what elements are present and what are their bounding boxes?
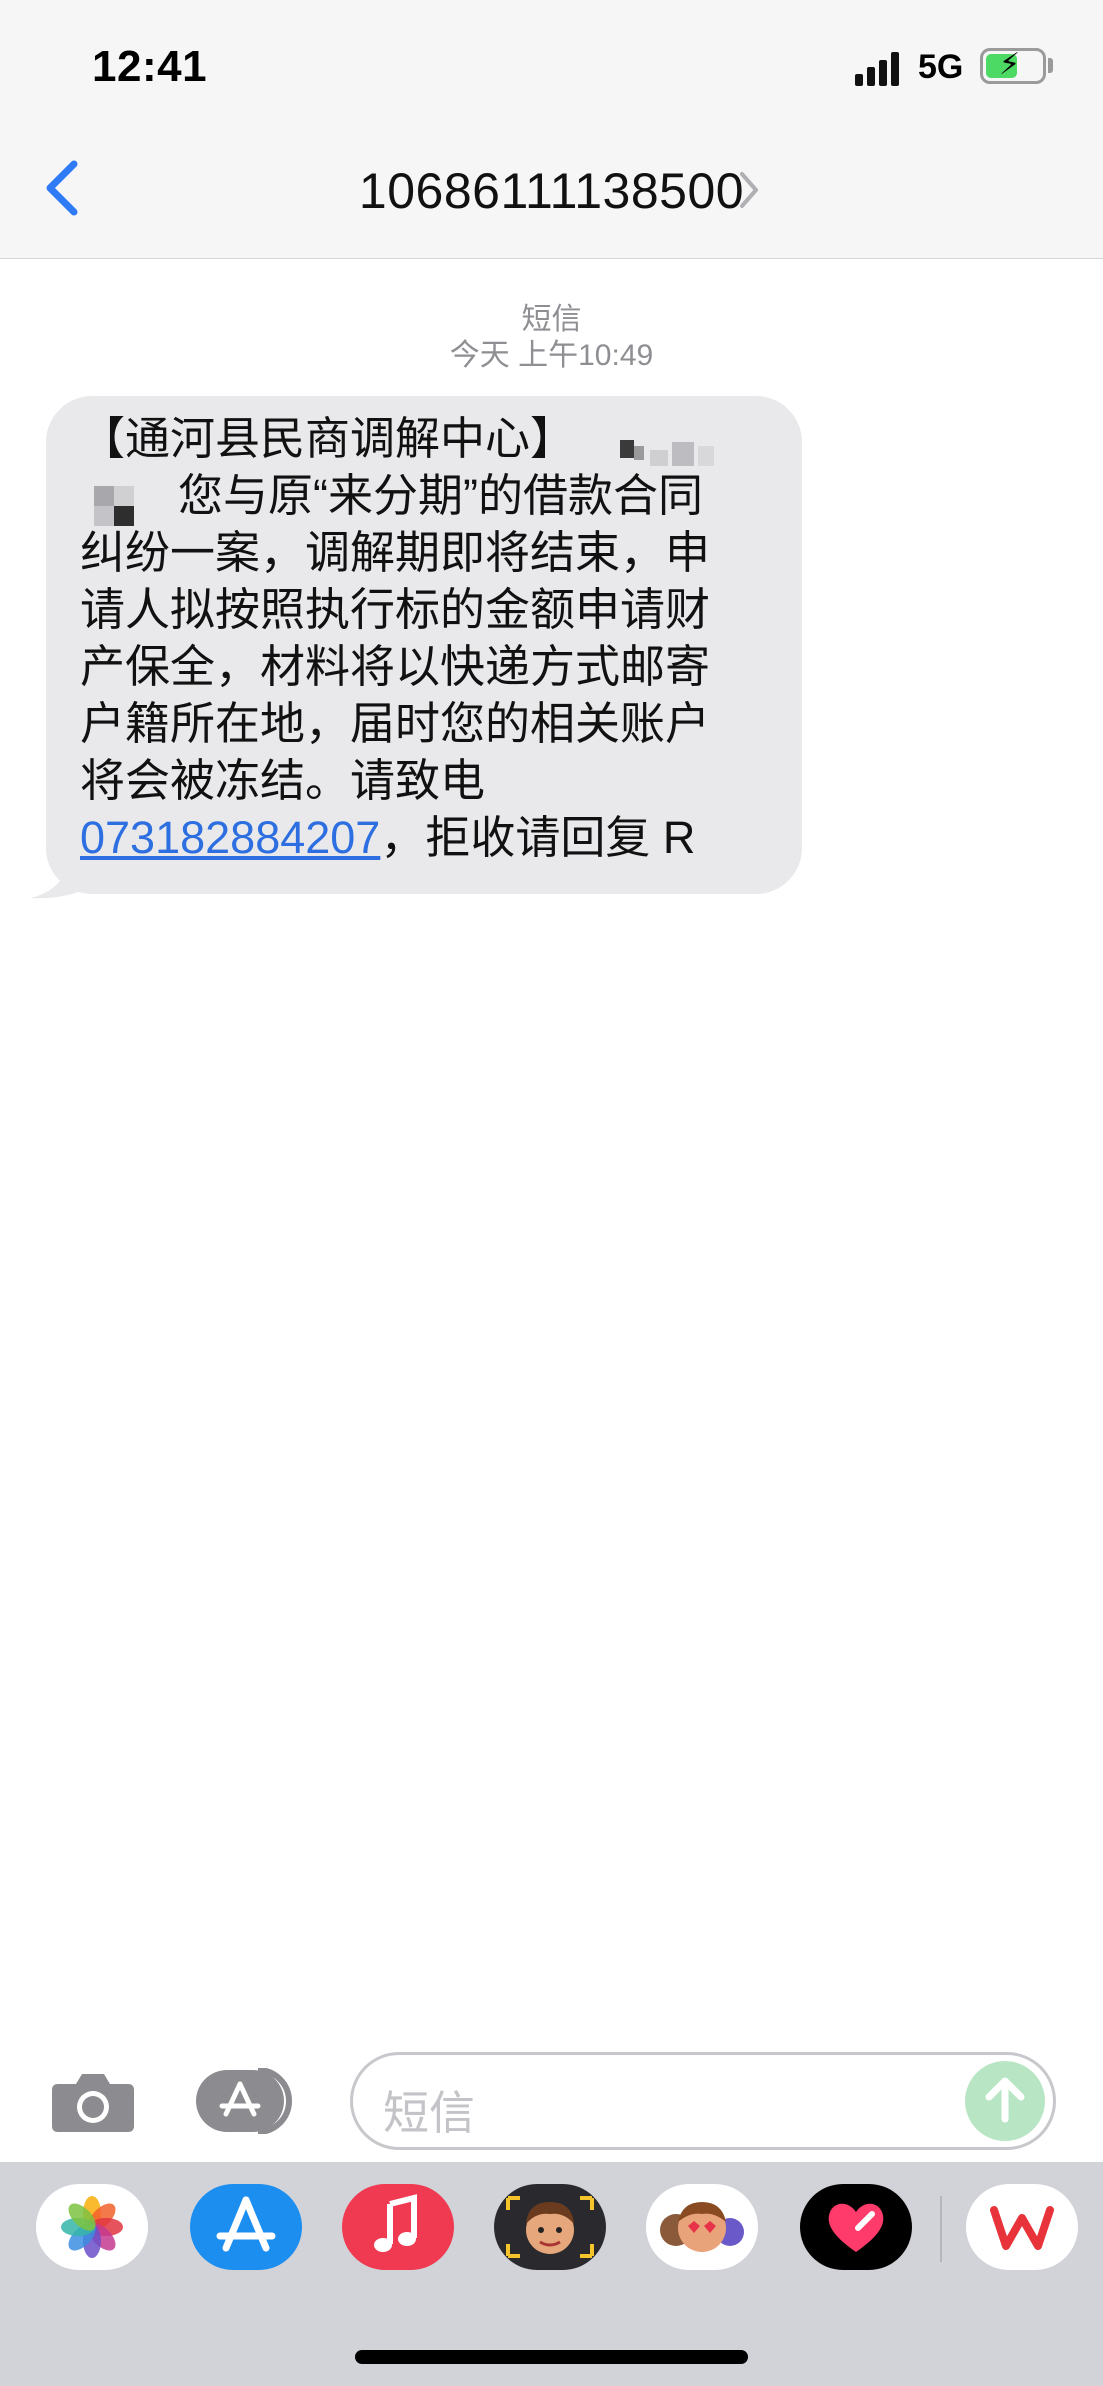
cellular-signal-icon: [855, 52, 901, 86]
battery-icon: ⚡: [980, 48, 1046, 84]
photos-app-icon[interactable]: [36, 2184, 148, 2270]
redaction-mosaic: [620, 440, 714, 466]
battery-cap: [1048, 58, 1053, 73]
send-button[interactable]: [965, 2061, 1045, 2141]
drawer-divider: [940, 2196, 942, 2262]
home-indicator[interactable]: [355, 2350, 748, 2364]
message-line: ，拒收请回复 R: [380, 812, 696, 863]
digital-touch-app-icon[interactable]: [800, 2184, 912, 2270]
app-store-app-icon[interactable]: [190, 2184, 302, 2270]
status-time: 12:41: [92, 42, 208, 91]
message-line: 产保全，材料将以快递方式邮寄: [80, 641, 711, 692]
chevron-right-icon[interactable]: [738, 170, 760, 210]
message-line: 您与原“来分期”的借款合同: [178, 470, 703, 521]
message-line: 户籍所在地，届时您的相关账户: [80, 698, 711, 749]
navigation-header: [0, 0, 1103, 259]
app-store-button-icon[interactable]: [196, 2068, 300, 2134]
music-app-icon[interactable]: [342, 2184, 454, 2270]
contact-title[interactable]: 10686111138500: [0, 162, 1103, 220]
network-type: 5G: [918, 48, 964, 86]
message-text: 【通河县民商调解中心】 您与原“来分期”的借款合同 纠纷一案，调解期即将结束，申…: [80, 410, 780, 866]
message-timestamp: 今天 上午10:49: [449, 339, 654, 372]
phone-number-link[interactable]: 073182884207: [80, 812, 380, 863]
input-placeholder: 短信: [383, 2087, 475, 2139]
camera-icon[interactable]: [50, 2068, 136, 2134]
animoji-app-icon[interactable]: [646, 2184, 758, 2270]
memoji-app-icon[interactable]: [494, 2184, 606, 2270]
message-line: 请人拟按照执行标的金额申请财: [80, 584, 711, 635]
wps-app-icon[interactable]: [966, 2184, 1078, 2270]
message-line: 将会被冻结。请致电: [80, 755, 486, 806]
message-line: 纠纷一案，调解期即将结束，申: [80, 527, 711, 578]
arrow-up-icon: [985, 2077, 1025, 2123]
message-input[interactable]: 短信: [350, 2052, 1056, 2150]
redaction-mosaic: [94, 486, 134, 526]
